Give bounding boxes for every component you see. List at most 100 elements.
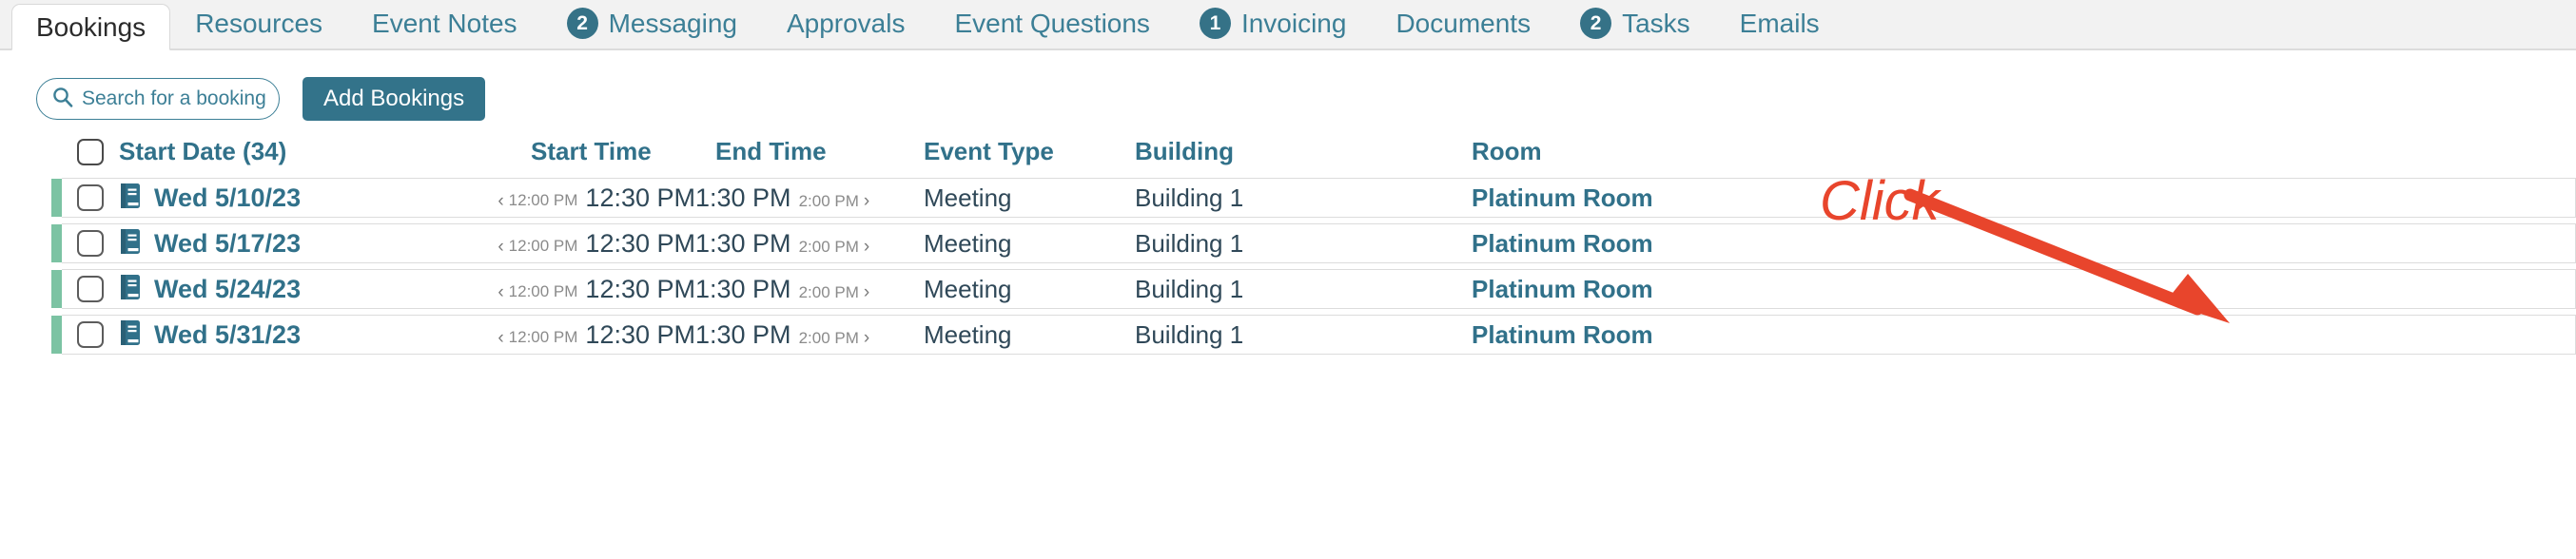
header-start-date[interactable]: Start Date (34) [119,137,507,166]
start-time-text: 12:30 PM [585,228,695,258]
tab-label: Emails [1739,8,1820,38]
tab-label: Event Notes [372,8,517,38]
search-placeholder-text: Search for a booking [82,87,266,109]
tab-tasks[interactable]: 2 Tasks [1555,0,1715,48]
row-select-cell [62,230,119,257]
cell-end-time: 1:30 PM 2:00 PM › [695,275,884,304]
cell-room: Platinum Room [1392,275,2575,304]
cell-start-date[interactable]: Wed 5/17/23 [119,228,507,260]
cell-end-time: 1:30 PM 2:00 PM › [695,229,884,259]
start-date-text: Wed 5/10/23 [154,183,302,212]
setup-time: ‹ 12:00 PM [498,191,577,210]
tab-badge-count: 2 [566,8,598,39]
row-status-accent [51,179,62,217]
tab-label: Invoicing [1240,8,1347,38]
cell-start-time: ‹ 12:00 PM 12:30 PM [498,274,695,304]
cell-start-date[interactable]: Wed 5/24/23 [119,274,507,305]
bookings-table: Start Date (34) Start Time End Time Even… [0,125,2576,355]
cell-event-type: Meeting [924,183,1012,212]
teardown-time: 2:00 PM › [799,283,870,302]
cell-building: Building 1 [1135,228,1244,258]
tab-bookings[interactable]: Bookings [11,4,171,50]
tab-approvals[interactable]: Approvals [762,0,930,48]
cell-room: Platinum Room [1392,183,2575,213]
cell-building: Building 1 [1135,183,1244,212]
header-end-time[interactable]: End Time [695,137,884,166]
cell-event-type: Meeting [924,228,1012,258]
teardown-time-text: 2:00 PM [798,191,859,210]
booking-icon [119,183,144,214]
booking-icon [119,319,144,351]
row-select-cell [62,276,119,302]
header-building[interactable]: Building [1133,137,1392,166]
cell-start-date[interactable]: Wed 5/10/23 [119,183,507,214]
end-time-text: 1:30 PM [695,228,791,258]
start-date-text: Wed 5/24/23 [154,274,302,303]
cell-start-date[interactable]: Wed 5/31/23 [119,319,507,351]
chevron-left-icon: ‹ [498,190,504,211]
end-time-text: 1:30 PM [695,319,791,349]
booking-icon [119,228,144,260]
room-link[interactable]: Platinum Room [1472,183,1653,212]
setup-time: ‹ 12:00 PM [498,282,577,301]
cell-end-time: 1:30 PM 2:00 PM › [695,320,884,350]
row-checkbox[interactable] [77,321,104,348]
start-date-text: Wed 5/17/23 [154,228,302,258]
teardown-time-text: 2:00 PM [798,237,859,256]
select-all-cell [62,138,119,165]
cell-building: Building 1 [1135,274,1244,303]
row-checkbox[interactable] [77,230,104,257]
cell-event-type: Meeting [924,319,1012,349]
row-checkbox[interactable] [77,276,104,302]
room-link[interactable]: Platinum Room [1472,275,1653,303]
row-checkbox[interactable] [77,184,104,211]
row-select-cell [62,321,119,348]
header-room[interactable]: Room [1392,137,2576,166]
chevron-left-icon: ‹ [498,281,504,302]
header-event-type[interactable]: Event Type [884,137,1133,166]
table-row[interactable]: Wed 5/31/23 ‹ 12:00 PM 12:30 PM 1:30 PM 2:00 … [51,315,2576,355]
tab-invoicing[interactable]: 1 Invoicing [1175,0,1372,48]
table-row[interactable]: Wed 5/24/23 ‹ 12:00 PM 12:30 PM 1:30 PM 2:00 … [51,269,2576,309]
tab-emails[interactable]: Emails [1715,0,1844,48]
teardown-time-text: 2:00 PM [798,328,859,347]
cell-end-time: 1:30 PM 2:00 PM › [695,183,884,213]
setup-time: ‹ 12:00 PM [498,237,577,256]
tab-resources[interactable]: Resources [170,0,347,48]
teardown-time: 2:00 PM › [799,192,870,211]
tab-bar: Bookings Resources Event Notes 2 Messaging Ap… [0,0,2576,50]
tab-label: Approvals [786,8,906,38]
tab-event-questions[interactable]: Event Questions [929,0,1174,48]
end-time-text: 1:30 PM [695,183,791,212]
teardown-time: 2:00 PM › [799,329,870,348]
chevron-right-icon: › [863,191,870,211]
setup-time: ‹ 12:00 PM [498,328,577,347]
teardown-time: 2:00 PM › [799,238,870,257]
start-time-text: 12:30 PM [585,319,695,349]
header-start-time[interactable]: Start Time [507,137,695,166]
cell-start-time: ‹ 12:00 PM 12:30 PM [498,228,695,259]
room-link[interactable]: Platinum Room [1472,229,1653,258]
tab-label: Messaging [608,8,737,38]
tab-label: Event Questions [954,8,1150,38]
chevron-right-icon: › [863,237,870,257]
start-time-text: 12:30 PM [585,274,695,303]
tab-label: Bookings [36,11,146,42]
cell-room: Platinum Room [1392,320,2575,350]
chevron-right-icon: › [863,328,870,348]
setup-time-text: 12:00 PM [508,328,578,346]
tab-badge-count: 2 [1580,8,1612,39]
search-input[interactable]: Search for a booking [36,78,280,120]
chevron-right-icon: › [863,282,870,302]
table-row[interactable]: Wed 5/17/23 ‹ 12:00 PM 12:30 PM 1:30 PM 2:00 … [51,223,2576,263]
tab-event-notes[interactable]: Event Notes [347,0,542,48]
setup-time-text: 12:00 PM [508,282,578,300]
table-header-row: Start Date (34) Start Time End Time Even… [36,125,2576,178]
tab-documents[interactable]: Documents [1371,0,1555,48]
add-bookings-button[interactable]: Add Bookings [302,77,486,121]
cell-room: Platinum Room [1392,229,2575,259]
select-all-checkbox[interactable] [77,138,104,165]
tab-messaging[interactable]: 2 Messaging [542,0,762,48]
table-row[interactable]: Wed 5/10/23 ‹ 12:00 PM 12:30 PM 1:30 PM 2:00 … [51,178,2576,218]
room-link[interactable]: Platinum Room [1472,320,1653,349]
